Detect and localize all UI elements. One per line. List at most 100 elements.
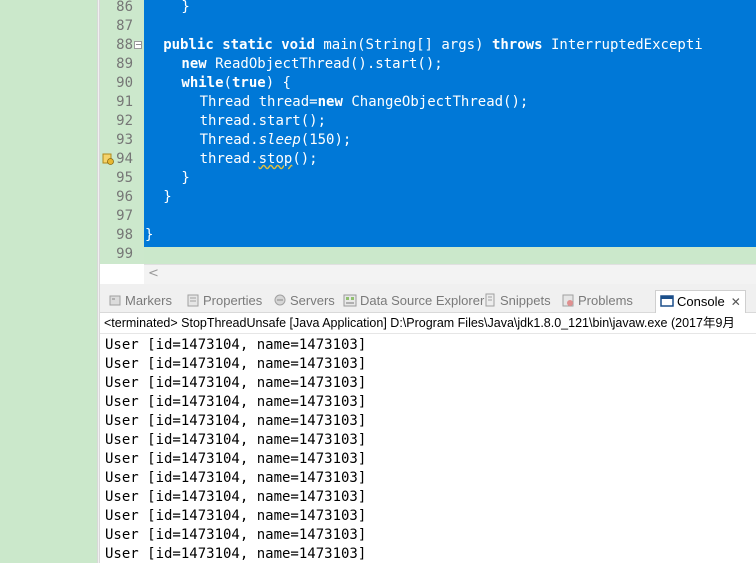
code-line: } [181,169,189,188]
line-number: 91 [116,94,133,110]
tab-label: Properties [203,293,263,308]
tab-console[interactable]: Console ✕ [655,290,746,313]
tab-servers[interactable]: Servers [273,292,335,312]
tab-label: Problems [578,293,633,308]
gutter-row: 87 [100,17,144,36]
code-token: Thread. [199,132,259,148]
horizontal-scrollbar[interactable]: < [144,264,756,284]
console-output-line: User [id=1473104, name=1473103] [105,527,367,543]
code-token: InterruptedExcepti [542,37,703,53]
code-token: throws [491,37,543,53]
line-number: 94 [116,151,133,167]
code-line: } [145,226,153,245]
console-header: <terminated> StopThreadUnsafe [Java Appl… [100,313,756,334]
gutter-row: 86 [100,0,144,17]
console-output-line: User [id=1473104, name=1473103] [105,413,367,429]
code-token: public [163,37,214,53]
warning-icon[interactable] [102,153,114,165]
tab-data-source-explorer[interactable]: Data Source Explorer [343,292,484,312]
console-output-line: User [id=1473104, name=1473103] [105,375,367,391]
tab-label: Snippets [500,293,551,308]
code-line: Thread thread=new ChangeObjectThread(); [200,93,529,112]
code-token: } [181,0,190,15]
code-line: new ReadObjectThread().start(); [181,55,442,74]
gutter-row: 92 [100,112,144,131]
code-token: } [145,227,154,243]
line-number: 92 [116,113,133,129]
code-token: } [163,189,172,205]
tab-markers[interactable]: Markers [108,292,172,312]
code-token: ( [223,75,232,91]
tab-label: Markers [125,293,172,308]
code-token: ReadObjectThread().start(); [206,56,443,72]
line-number: 90 [116,75,133,91]
gutter-row: 91 [100,93,144,112]
code-token: ChangeObjectThread(); [342,94,529,110]
code-token: } [181,170,190,186]
code-line: Thread.sleep(150); [200,131,352,150]
line-number: 88 [116,37,133,53]
code-token: (150); [300,132,352,148]
gutter-row: 94 [100,150,144,169]
line-number: 97 [116,208,133,224]
code-token: static [222,37,273,53]
console-output[interactable]: User [id=1473104, name=1473103] User [id=… [100,334,756,563]
console-output-line: User [id=1473104, name=1473103] [105,489,367,505]
gutter-row: 99 [100,245,144,264]
code-token: thread.start(); [199,113,327,129]
scroll-left-icon[interactable]: < [148,266,159,281]
code-token: (); [292,151,318,167]
console-output-line: User [id=1473104, name=1473103] [105,432,367,448]
markers-icon [109,295,121,306]
code-token: true [231,75,266,91]
console-output-line: User [id=1473104, name=1473103] [105,356,367,372]
gutter-row: 93 [100,131,144,150]
console-output-line: User [id=1473104, name=1473103] [105,470,367,486]
tab-problems[interactable]: Problems [561,292,633,312]
code-line: thread.stop(); [200,150,318,169]
gutter-row: 88− [100,36,144,55]
code-token: while [181,75,224,91]
code-line: } [163,188,171,207]
tab-snippets[interactable]: Snippets [483,292,551,312]
code-token: ) { [265,75,291,91]
gutter-row: 95 [100,169,144,188]
data-source-icon [343,294,357,307]
code-editor[interactable]: 86 87 88−89 90 91 92 93 94 95 96 97 98 99 } public st… [100,0,756,284]
line-number-gutter: 86 87 88−89 90 91 92 93 94 95 96 97 98 99 [100,0,144,264]
code-token: void [281,37,315,53]
code-line: public static void main(String[] args) t… [163,36,703,55]
close-icon[interactable]: ✕ [731,295,741,309]
code-area[interactable]: } public static void main(String[] args) … [144,0,756,264]
gutter-row: 98 [100,226,144,245]
code-token: new [181,56,207,72]
code-token: Thread thread= [199,94,318,110]
tab-label: Console [677,294,725,309]
tab-label: Data Source Explorer [360,293,485,308]
gutter-row: 97 [100,207,144,226]
gutter-row: 96 [100,188,144,207]
line-number: 99 [116,246,133,262]
console-output-line: User [id=1473104, name=1473103] [105,394,367,410]
properties-icon [187,294,199,307]
code-token: sleep [258,132,301,148]
code-line: } [181,0,189,17]
console-output-line: User [id=1473104, name=1473103] [105,451,367,467]
line-number: 96 [116,189,133,205]
console-output-line: User [id=1473104, name=1473103] [105,546,367,562]
line-number: 87 [116,18,133,34]
console-output-line: User [id=1473104, name=1473103] [105,337,367,353]
tab-properties[interactable]: Properties [186,292,262,312]
line-number: 93 [116,132,133,148]
gutter-row: 89 [100,55,144,74]
snippets-icon [485,293,495,307]
view-tab-bar: Markers Properties Servers Data Source Expl… [100,288,756,313]
code-line: thread.start(); [200,112,326,131]
gutter-row: 90 [100,74,144,93]
fold-collapse-icon[interactable]: − [134,41,142,49]
left-sidebar-pane [0,0,97,563]
line-number: 95 [116,170,133,186]
code-token: main(String[] args) [314,37,492,53]
